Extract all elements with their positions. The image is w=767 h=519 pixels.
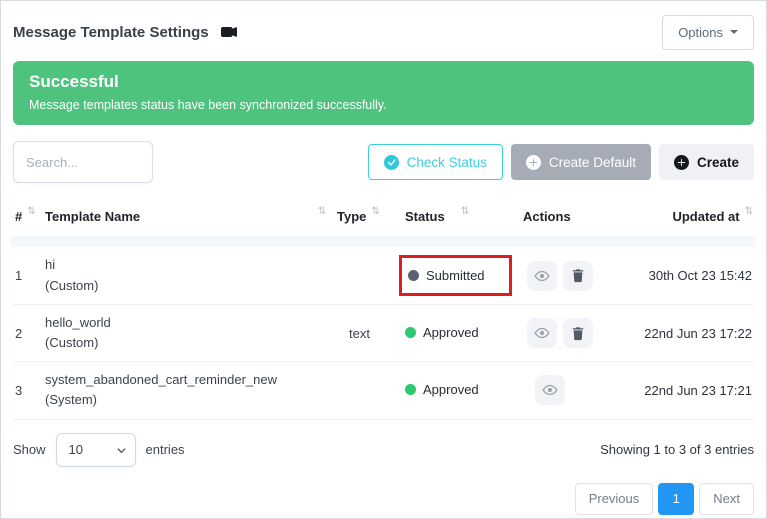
template-name-cell: system_abandoned_cart_reminder_new (Syst… <box>45 370 337 410</box>
eye-icon <box>542 382 558 398</box>
status-badge: Approved <box>405 325 479 340</box>
status-label: Submitted <box>426 268 485 283</box>
table-header: # ⇅ Template Name ⇅ Type ⇅ Status ⇅ Acti… <box>13 197 754 236</box>
table-row: 1 hi (Custom) Submitted 30th Oct 23 15:4… <box>13 247 754 305</box>
topbar: Message Template Settings Options <box>13 1 754 49</box>
actions-cell <box>523 261 629 291</box>
template-category: (System) <box>45 390 337 410</box>
entries-label: entries <box>146 442 185 457</box>
success-alert: Successful Message templates status have… <box>13 61 754 125</box>
status-cell: Approved <box>405 382 523 398</box>
create-button[interactable]: Create <box>659 144 754 180</box>
status-badge-highlighted: Submitted <box>399 255 512 296</box>
page-size-select[interactable]: 10 <box>56 433 136 467</box>
table-footer: Show 10 entries Showing 1 to 3 of 3 entr… <box>13 433 754 467</box>
search-input[interactable] <box>13 141 153 183</box>
column-header-template-name[interactable]: Template Name ⇅ <box>45 209 337 224</box>
status-dot <box>405 327 416 338</box>
row-index: 1 <box>15 268 45 283</box>
view-button[interactable] <box>535 375 565 405</box>
view-button[interactable] <box>527 318 557 348</box>
video-camera-icon <box>220 24 238 40</box>
delete-button[interactable] <box>563 261 593 291</box>
show-label: Show <box>13 442 46 457</box>
updated-at-cell: 30th Oct 23 15:42 <box>629 268 752 283</box>
status-cell: Approved <box>405 325 523 341</box>
column-header-type[interactable]: Type ⇅ <box>337 209 405 224</box>
sort-icon: ⇅ <box>745 206 752 217</box>
plus-circle-icon <box>674 155 689 170</box>
table-header-divider <box>11 236 756 247</box>
eye-icon <box>534 325 550 341</box>
options-button[interactable]: Options <box>662 15 754 50</box>
options-button-label: Options <box>678 25 723 40</box>
create-label: Create <box>697 155 739 170</box>
eye-icon <box>534 268 550 284</box>
status-dot <box>408 270 419 281</box>
pagination: Previous 1 Next <box>13 483 754 515</box>
status-cell: Submitted <box>405 255 523 296</box>
current-page-button[interactable]: 1 <box>658 483 694 515</box>
actions-cell <box>523 375 629 405</box>
template-name: hi <box>45 255 337 275</box>
template-name-cell: hi (Custom) <box>45 255 337 295</box>
check-status-button[interactable]: Check Status <box>368 144 503 180</box>
message-template-settings-page: Message Template Settings Options Succes… <box>0 0 767 519</box>
row-index: 3 <box>15 383 45 398</box>
alert-message: Message templates status have been synch… <box>29 98 738 112</box>
check-status-label: Check Status <box>407 155 487 170</box>
trash-icon <box>571 326 585 341</box>
toolbar-buttons: Check Status Create Default Create <box>368 144 754 180</box>
template-name: hello_world <box>45 313 337 333</box>
alert-title: Successful <box>29 72 738 92</box>
delete-button[interactable] <box>563 318 593 348</box>
updated-at-cell: 22nd Jun 23 17:22 <box>629 326 752 341</box>
status-dot <box>405 384 416 395</box>
type-cell: text <box>337 326 405 341</box>
check-circle-icon <box>384 155 399 170</box>
template-category: (Custom) <box>45 333 337 353</box>
column-header-actions: Actions <box>523 209 629 224</box>
title-wrap: Message Template Settings <box>13 24 238 41</box>
table-row: 2 hello_world (Custom) text Approved 22n… <box>13 305 754 362</box>
status-label: Approved <box>423 382 479 397</box>
sort-icon: ⇅ <box>371 206 378 217</box>
create-default-label: Create Default <box>549 155 636 170</box>
entries-summary: Showing 1 to 3 of 3 entries <box>600 442 754 457</box>
view-button[interactable] <box>527 261 557 291</box>
sort-icon: ⇅ <box>318 206 325 217</box>
status-label: Approved <box>423 325 479 340</box>
row-index: 2 <box>15 326 45 341</box>
status-badge: Approved <box>405 382 479 397</box>
sort-icon: ⇅ <box>461 206 468 217</box>
column-header-updated-at[interactable]: Updated at ⇅ <box>629 209 752 224</box>
next-page-button[interactable]: Next <box>699 483 754 515</box>
column-header-index[interactable]: # ⇅ <box>15 209 45 224</box>
actions-cell <box>523 318 629 348</box>
page-size-select-wrap: 10 <box>56 433 136 467</box>
page-title: Message Template Settings <box>13 24 209 41</box>
updated-at-cell: 22nd Jun 23 17:21 <box>629 383 752 398</box>
template-name: system_abandoned_cart_reminder_new <box>45 370 337 390</box>
column-header-status[interactable]: Status ⇅ <box>405 209 523 224</box>
template-category: (Custom) <box>45 276 337 296</box>
template-name-cell: hello_world (Custom) <box>45 313 337 353</box>
plus-circle-icon <box>526 155 541 170</box>
previous-page-button[interactable]: Previous <box>575 483 654 515</box>
table-row: 3 system_abandoned_cart_reminder_new (Sy… <box>13 362 754 419</box>
create-default-button[interactable]: Create Default <box>511 144 651 180</box>
sort-icon: ⇅ <box>27 206 34 217</box>
toolbar: Check Status Create Default Create <box>13 141 754 183</box>
caret-down-icon <box>730 30 738 34</box>
trash-icon <box>571 268 585 283</box>
